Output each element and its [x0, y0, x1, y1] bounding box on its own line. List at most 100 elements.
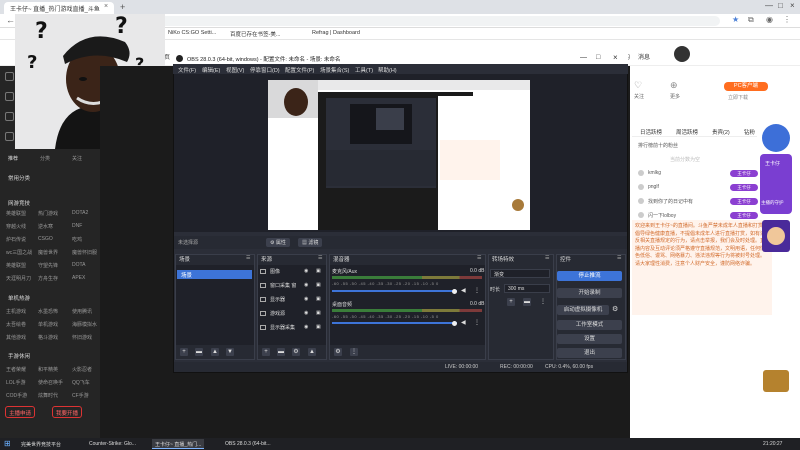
- sidebar-category-item[interactable]: 热门游戏: [38, 210, 58, 217]
- sidebar-category-item[interactable]: 单机游戏: [38, 321, 58, 328]
- fan-name[interactable]: 闪一下lolboy: [648, 212, 676, 219]
- sidebar-category-item[interactable]: 使命召唤手: [38, 379, 63, 386]
- virtual-camera-button[interactable]: 启动虚拟摄像机: [557, 305, 609, 315]
- fan-name[interactable]: pnglf: [648, 184, 659, 190]
- menu-profile[interactable]: 配置文件(P): [285, 66, 314, 74]
- sidebar-category-item[interactable]: QQ飞车: [72, 379, 90, 386]
- stop-streaming-button[interactable]: 停止推流: [557, 271, 622, 281]
- dock-menu-icon[interactable]: ☰: [477, 255, 481, 261]
- sidebar-category-item[interactable]: APEX: [72, 275, 85, 281]
- fan-avatar[interactable]: [638, 212, 644, 218]
- new-tab-button[interactable]: +: [120, 2, 125, 12]
- back-icon[interactable]: ←: [6, 15, 15, 25]
- sidebar-category-item[interactable]: 水墨恐怖: [38, 308, 58, 315]
- mascot-banner[interactable]: 王卡仔 主播的守护: [757, 120, 795, 395]
- sidebar-category-item[interactable]: 守望先锋: [38, 262, 58, 269]
- filters-button[interactable]: ▦ 滤镜: [298, 238, 323, 247]
- sidebar-category-item[interactable]: 其他游戏: [6, 334, 26, 341]
- dock-menu-icon[interactable]: ☰: [318, 255, 322, 261]
- dock-menu-icon[interactable]: ☰: [617, 255, 621, 261]
- sidebar-category-item[interactable]: 怀旧游戏: [72, 334, 92, 341]
- visibility-eye-icon[interactable]: ◉: [304, 282, 308, 288]
- bookmark-item[interactable]: NiKo CS:GO Setti...: [168, 30, 216, 36]
- lock-icon[interactable]: ▣: [316, 268, 321, 274]
- sidebar-category-item[interactable]: 炫舞时代: [38, 392, 58, 399]
- sidebar-home-icon[interactable]: [5, 72, 14, 81]
- sidebar-category-item[interactable]: 格斗游戏: [38, 334, 58, 341]
- trash-icon[interactable]: ▬: [195, 348, 203, 356]
- menu-icon[interactable]: ⋮: [783, 15, 791, 24]
- trash-icon[interactable]: ▬: [277, 348, 285, 356]
- sidebar-category-item[interactable]: DOTA: [72, 262, 86, 268]
- move-up-icon[interactable]: ▲: [211, 348, 219, 356]
- lock-icon[interactable]: ▣: [316, 324, 321, 330]
- start-recording-button[interactable]: 开始录制: [557, 288, 622, 298]
- user-avatar[interactable]: [674, 46, 690, 62]
- studio-mode-button[interactable]: 工作室模式: [557, 320, 622, 330]
- obs-minimize-icon[interactable]: —: [580, 54, 587, 61]
- sidebar-category-item[interactable]: 英雄联盟: [6, 262, 26, 269]
- speaker-icon[interactable]: ◀: [461, 287, 466, 294]
- menu-help[interactable]: 帮助(H): [378, 66, 397, 74]
- add-icon[interactable]: +: [262, 348, 270, 356]
- follow-icon[interactable]: ♡: [634, 80, 642, 91]
- visibility-eye-icon[interactable]: ◉: [304, 268, 308, 274]
- bookmark-star-icon[interactable]: ★: [732, 15, 739, 24]
- more-options-icon[interactable]: ⋮: [474, 287, 480, 294]
- sidebar-tab-follow[interactable]: 关注: [72, 155, 82, 162]
- obs-close-icon[interactable]: ×: [613, 53, 618, 62]
- taskbar-item[interactable]: Counter-Strike: Glo...: [86, 439, 139, 449]
- sidebar-game-icon[interactable]: [5, 132, 14, 141]
- tab-close-icon[interactable]: ×: [104, 3, 108, 10]
- volume-knob[interactable]: [452, 321, 457, 326]
- fan-avatar[interactable]: [638, 170, 644, 176]
- menu-file[interactable]: 文件(F): [178, 66, 196, 74]
- apply-streamer-button[interactable]: 主播申请: [5, 406, 36, 418]
- menu-docks[interactable]: 停靠窗口(D): [250, 66, 280, 74]
- start-stream-button[interactable]: 我要开播: [52, 406, 83, 418]
- properties-button[interactable]: ⚙ 属性: [266, 238, 290, 247]
- taskbar-item[interactable]: OBS 28.0.3 (64-bit...: [222, 439, 274, 449]
- volume-knob[interactable]: [452, 289, 457, 294]
- tab-weekly-rank[interactable]: 周活跃榜: [676, 128, 698, 136]
- maximize-icon[interactable]: □: [778, 1, 783, 10]
- gear-icon[interactable]: ⚙: [334, 348, 342, 356]
- tab-daily-rank[interactable]: 日活跃榜: [640, 128, 662, 136]
- sidebar-category-item[interactable]: 逆水寒: [38, 223, 53, 230]
- browser-tab[interactable]: 王卡仔~ 直播_热门游戏直播_斗鱼: [4, 2, 114, 14]
- speaker-icon[interactable]: ◀: [461, 319, 466, 326]
- gear-icon[interactable]: ⚙: [292, 348, 300, 356]
- add-icon[interactable]: +: [180, 348, 188, 356]
- menu-tools[interactable]: 工具(T): [355, 66, 373, 74]
- sidebar-category-item[interactable]: 使用腾讯: [72, 308, 92, 315]
- tab-vip[interactable]: 贵宾(2): [712, 128, 730, 136]
- scene-item[interactable]: 场景: [177, 270, 252, 279]
- duration-input[interactable]: 300 ms: [504, 284, 550, 293]
- menu-scene-collection[interactable]: 场景集合(S): [320, 66, 349, 74]
- move-up-icon[interactable]: ▲: [308, 348, 316, 356]
- source-item[interactable]: 显示器采集 ◉ ▣: [260, 324, 325, 336]
- dock-menu-icon[interactable]: ☰: [545, 255, 549, 261]
- sidebar-category-item[interactable]: 和平精英: [38, 366, 58, 373]
- sidebar-category-item[interactable]: LOL手游: [6, 379, 25, 386]
- sidebar-category-item[interactable]: CF手游: [72, 392, 89, 399]
- sidebar-category-item[interactable]: DNF: [72, 223, 82, 229]
- minimize-icon[interactable]: —: [765, 1, 773, 10]
- sidebar-category-item[interactable]: 魔兽世界: [38, 249, 58, 256]
- sidebar-follow-icon[interactable]: [5, 92, 14, 101]
- trash-icon[interactable]: ▬: [523, 298, 531, 306]
- sidebar-category-item[interactable]: 炉石传说: [6, 236, 26, 243]
- sidebar-category-item[interactable]: COD手游: [6, 392, 27, 399]
- pc-client-button[interactable]: PC客户端: [724, 82, 768, 91]
- sidebar-category-item[interactable]: 穿越火线: [6, 223, 26, 230]
- more-icon[interactable]: ⊕: [670, 80, 678, 91]
- menu-view[interactable]: 视图(V): [226, 66, 244, 74]
- sidebar-category-item[interactable]: 主机游戏: [6, 308, 26, 315]
- transition-select[interactable]: 渐变: [490, 269, 550, 278]
- sidebar-category-item[interactable]: 海豚模拟水: [72, 321, 97, 328]
- source-item[interactable]: 图像 ◉ ▣: [260, 268, 325, 280]
- source-item[interactable]: 窗口采集 窗 ◉ ▣: [260, 282, 325, 294]
- sidebar-category-item[interactable]: DOTA2: [72, 210, 88, 216]
- visibility-eye-icon[interactable]: ◉: [304, 296, 308, 302]
- fan-name[interactable]: 找到你了的日记中有: [648, 198, 693, 205]
